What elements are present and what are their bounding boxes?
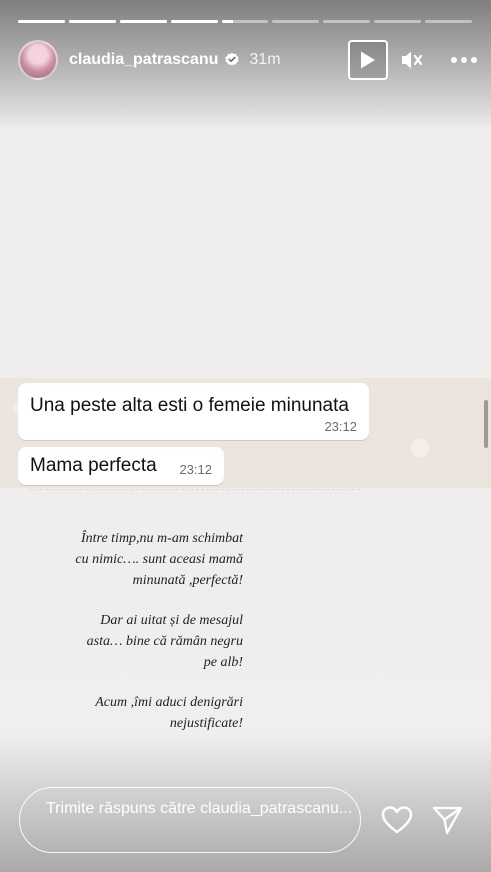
play-button[interactable] [348, 40, 388, 80]
caption-paragraph: Acum ,îmi aduci denigrări nejustificate! [23, 692, 243, 734]
progress-segment [425, 20, 473, 23]
progress-segment [68, 20, 116, 23]
scroll-indicator [484, 400, 488, 448]
progress-segment [170, 20, 218, 23]
mute-icon [402, 51, 423, 69]
reply-placeholder: Trimite răspuns către claudia_patrascanu… [46, 800, 353, 817]
caption-line: nejustificate! [169, 716, 243, 731]
send-icon [432, 806, 463, 835]
caption-line: cu nimic…. sunt aceasi mamă [75, 552, 243, 567]
more-options-button[interactable] [444, 40, 484, 80]
chat-bubble: Una peste alta esti o femeie minunata 23… [18, 383, 369, 440]
caption-line: minunată ,perfectă! [132, 573, 243, 588]
progress-fill [170, 20, 218, 23]
progress-fill [221, 20, 234, 23]
progress-segment [374, 20, 422, 23]
play-icon [361, 51, 375, 69]
chat-bubble: Mama perfecta 23:12 [18, 447, 224, 485]
caption-line: Acum ,îmi aduci denigrări [95, 695, 243, 710]
progress-fill [68, 20, 116, 23]
send-button[interactable] [430, 804, 464, 836]
caption-paragraph: Dar ai uitat și de mesajul asta… bine că… [23, 610, 243, 673]
username[interactable]: claudia_patrascanu [69, 51, 218, 69]
reply-input[interactable]: Trimite răspuns către claudia_patrascanu… [19, 787, 361, 853]
verified-badge-icon [225, 52, 240, 66]
story-header: claudia_patrascanu 31m [18, 38, 477, 82]
progress-segment [119, 20, 167, 23]
chat-message-text: Mama perfecta [30, 455, 157, 476]
more-icon [451, 57, 477, 63]
avatar[interactable] [18, 40, 58, 80]
header-actions [348, 40, 477, 80]
caption-paragraph: Între timp,nu m-am schimbat cu nimic…. s… [23, 528, 243, 591]
story-progress-bar [18, 20, 473, 23]
progress-fill [18, 20, 65, 23]
chat-message-text: Una peste alta esti o femeie minunata [30, 395, 349, 416]
caption-line: Dar ai uitat și de mesajul [100, 613, 243, 628]
mute-button[interactable] [396, 40, 428, 80]
like-button[interactable] [380, 804, 414, 836]
heart-icon [381, 806, 413, 834]
progress-fill [119, 20, 167, 23]
chat-message-time: 23:12 [324, 419, 357, 434]
progress-segment [18, 20, 65, 23]
caption-line: Între timp,nu m-am schimbat [80, 531, 243, 546]
caption-line: pe alb! [203, 655, 243, 670]
post-time: 31m [249, 51, 281, 68]
story-viewer[interactable]: claudia_patrascanu 31m Una peste alta es… [0, 0, 491, 872]
progress-segment [221, 20, 269, 23]
caption-line: asta… bine că rămân negru [86, 634, 243, 649]
progress-segment [272, 20, 320, 23]
progress-segment [323, 20, 371, 23]
divider [30, 489, 360, 490]
chat-message-time: 23:12 [179, 462, 212, 477]
story-caption: Între timp,nu m-am schimbat cu nimic…. s… [23, 528, 243, 753]
